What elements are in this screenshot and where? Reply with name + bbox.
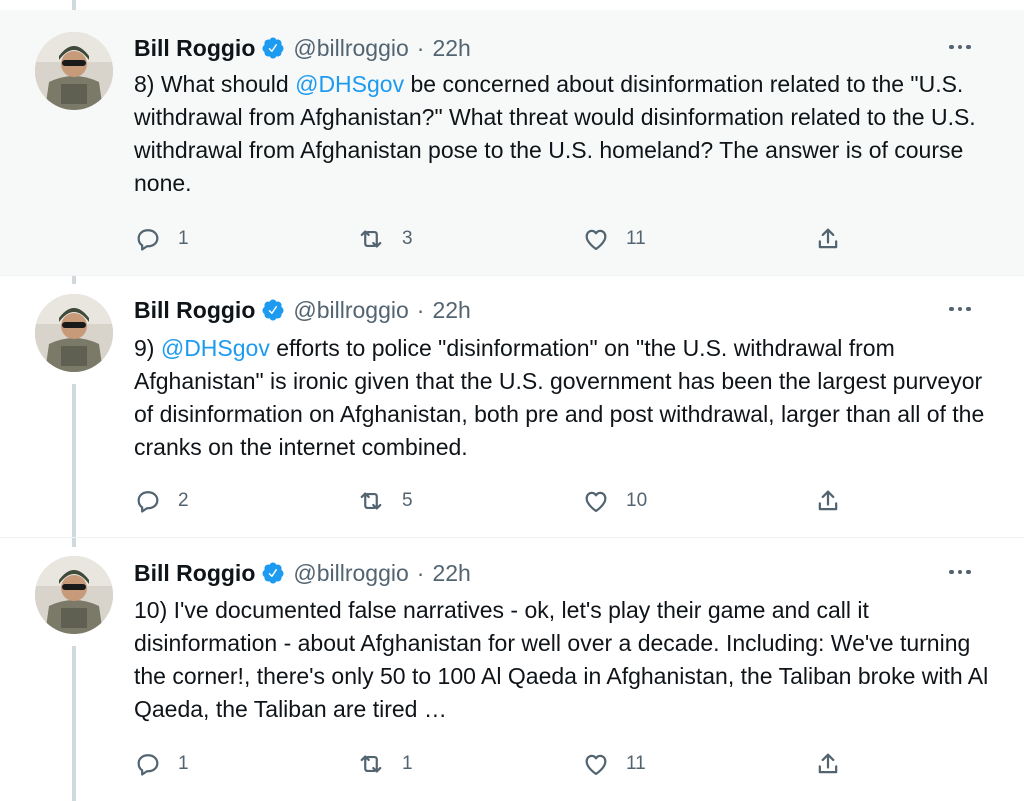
verified-badge-icon bbox=[261, 36, 285, 60]
text-segment: 9) bbox=[134, 335, 161, 361]
avatar[interactable] bbox=[35, 294, 113, 372]
tweet-header: Bill Roggio @billroggio · 22h bbox=[134, 296, 471, 324]
verified-badge-icon bbox=[261, 298, 285, 322]
avatar-image bbox=[35, 294, 113, 372]
verified-badge-icon bbox=[261, 561, 285, 585]
like-icon bbox=[582, 487, 610, 515]
tweet-header: Bill Roggio @billroggio · 22h bbox=[134, 34, 471, 62]
like-button[interactable]: 11 bbox=[582, 749, 646, 779]
retweet-icon bbox=[356, 750, 386, 778]
avatar[interactable] bbox=[35, 32, 113, 110]
tweet-text: 10) I've documented false narratives - o… bbox=[134, 594, 994, 726]
retweet-button[interactable]: 5 bbox=[356, 486, 413, 516]
share-button[interactable] bbox=[814, 486, 842, 516]
mention-link[interactable]: @DHSgov bbox=[295, 71, 404, 97]
timestamp[interactable]: 22h bbox=[432, 35, 470, 62]
like-button[interactable]: 11 bbox=[582, 224, 646, 254]
share-icon bbox=[814, 225, 842, 253]
author-handle[interactable]: @billroggio bbox=[293, 560, 408, 587]
tweet-actions: 2 5 10 bbox=[134, 486, 854, 516]
tweet[interactable]: Bill Roggio @billroggio · 22h 9) @DHSgov… bbox=[0, 276, 1024, 538]
mention-link[interactable]: @DHSgov bbox=[161, 335, 270, 361]
reply-count: 2 bbox=[178, 490, 189, 511]
tweet-actions: 1 3 11 bbox=[134, 224, 854, 254]
tweet-text: 9) @DHSgov efforts to police "disinforma… bbox=[134, 332, 994, 464]
reply-icon bbox=[134, 487, 162, 515]
like-icon bbox=[582, 225, 610, 253]
timestamp[interactable]: 22h bbox=[432, 560, 470, 587]
avatar-image bbox=[35, 556, 113, 634]
author-name[interactable]: Bill Roggio bbox=[134, 35, 255, 62]
tweet-text: 8) What should @DHSgov be concerned abou… bbox=[134, 68, 994, 200]
like-count: 10 bbox=[626, 490, 648, 511]
retweet-count: 1 bbox=[402, 753, 413, 774]
text-segment: 8) What should bbox=[134, 71, 296, 97]
more-options-icon[interactable] bbox=[946, 36, 974, 58]
retweet-count: 3 bbox=[402, 228, 413, 249]
separator: · bbox=[416, 34, 425, 61]
reply-icon bbox=[134, 750, 162, 778]
like-count: 11 bbox=[626, 228, 646, 249]
author-handle[interactable]: @billroggio bbox=[293, 297, 408, 324]
share-icon bbox=[814, 487, 842, 515]
tweet[interactable]: Bill Roggio @billroggio · 22h 10) I've d… bbox=[0, 538, 1024, 801]
avatar[interactable] bbox=[35, 556, 113, 634]
tweet-actions: 1 1 11 bbox=[134, 749, 854, 779]
avatar-image bbox=[35, 32, 113, 110]
author-handle[interactable]: @billroggio bbox=[293, 35, 408, 62]
author-name[interactable]: Bill Roggio bbox=[134, 560, 255, 587]
more-options-icon[interactable] bbox=[946, 298, 974, 320]
reply-button[interactable]: 2 bbox=[134, 486, 189, 516]
separator: · bbox=[416, 559, 425, 586]
reply-icon bbox=[134, 225, 162, 253]
retweet-icon bbox=[356, 225, 386, 253]
more-options-icon[interactable] bbox=[946, 561, 974, 583]
like-icon bbox=[582, 750, 610, 778]
text-segment: 10) I've documented false narratives - o… bbox=[134, 597, 989, 722]
retweet-count: 5 bbox=[402, 490, 413, 511]
retweet-button[interactable]: 3 bbox=[356, 224, 413, 254]
share-icon bbox=[814, 750, 842, 778]
retweet-icon bbox=[356, 487, 386, 515]
timestamp[interactable]: 22h bbox=[432, 297, 470, 324]
retweet-button[interactable]: 1 bbox=[356, 749, 413, 779]
reply-button[interactable]: 1 bbox=[134, 224, 189, 254]
reply-button[interactable]: 1 bbox=[134, 749, 189, 779]
reply-count: 1 bbox=[178, 753, 189, 774]
like-count: 11 bbox=[626, 753, 646, 774]
like-button[interactable]: 10 bbox=[582, 486, 647, 516]
reply-count: 1 bbox=[178, 228, 189, 249]
tweet[interactable]: Bill Roggio @billroggio · 22h 8) What sh… bbox=[0, 10, 1024, 276]
tweet-header: Bill Roggio @billroggio · 22h bbox=[134, 559, 471, 587]
separator: · bbox=[416, 296, 425, 323]
share-button[interactable] bbox=[814, 749, 842, 779]
share-button[interactable] bbox=[814, 224, 842, 254]
author-name[interactable]: Bill Roggio bbox=[134, 297, 255, 324]
